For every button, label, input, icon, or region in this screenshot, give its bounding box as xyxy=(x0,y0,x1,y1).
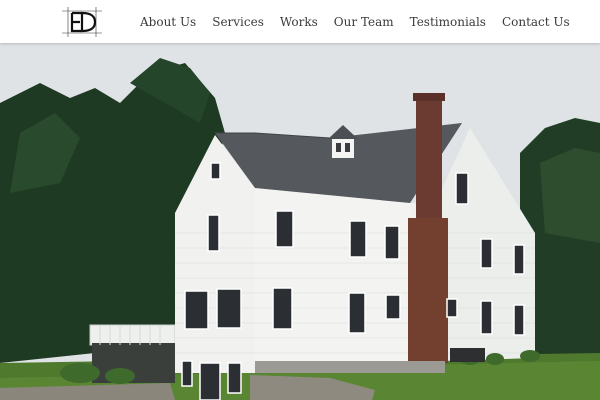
nav-works[interactable]: Works xyxy=(280,15,318,29)
nav-testimonials[interactable]: Testimonials xyxy=(410,15,486,29)
site-header: About Us Services Works Our Team Testimo… xyxy=(0,0,600,43)
house-photo-icon xyxy=(0,43,600,400)
nav-our-team[interactable]: Our Team xyxy=(334,15,394,29)
nav-about-us[interactable]: About Us xyxy=(140,15,196,29)
nav-contact-us[interactable]: Contact Us xyxy=(502,15,570,29)
logo[interactable] xyxy=(62,7,102,37)
hero-image xyxy=(0,43,600,400)
nav-services[interactable]: Services xyxy=(212,15,264,29)
ed-logo-icon xyxy=(62,7,102,37)
main-nav: About Us Services Works Our Team Testimo… xyxy=(140,0,570,43)
